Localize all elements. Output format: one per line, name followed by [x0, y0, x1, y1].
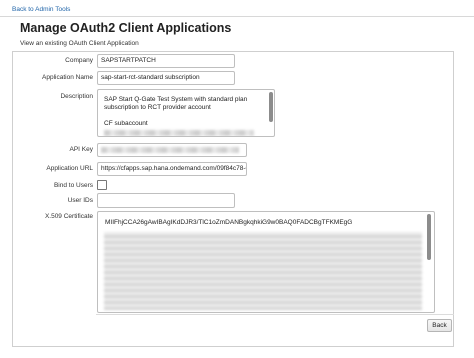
- top-bar: Back to Admin Tools: [0, 0, 474, 17]
- user-ids-field[interactable]: [97, 193, 235, 208]
- company-label: Company: [65, 57, 93, 64]
- description-label: Description: [60, 93, 93, 100]
- back-button[interactable]: Back: [427, 319, 452, 332]
- certificate-scrollbar[interactable]: [427, 214, 431, 260]
- application-url-field[interactable]: https://cfapps.sap.hana.ondemand.com/09f…: [97, 162, 247, 176]
- description-redacted-text: [104, 130, 254, 136]
- back-to-admin-tools-link[interactable]: Back to Admin Tools: [12, 6, 70, 13]
- company-field[interactable]: SAPSTARTPATCH: [97, 54, 235, 68]
- bind-to-users-label: Bind to Users: [53, 182, 93, 189]
- description-line-2: subscription to RCT provider account: [104, 104, 211, 111]
- page-title: Manage OAuth2 Client Applications: [20, 21, 232, 35]
- certificate-first-line: MIIFhjCCA26gAwIBAgIKdDJR3/TlC1oZmDANBgkq…: [105, 219, 353, 226]
- api-key-label: API Key: [69, 146, 93, 153]
- certificate-redacted-body: [104, 232, 422, 310]
- api-key-redacted-value: [101, 147, 239, 153]
- application-url-label: Application URL: [46, 165, 93, 172]
- certificate-textarea[interactable]: MIIFhjCCA26gAwIBAgIKdDJR3/TlC1oZmDANBgkq…: [97, 211, 435, 313]
- api-key-field[interactable]: [97, 143, 247, 157]
- bind-to-users-checkbox[interactable]: [97, 180, 107, 190]
- description-line-1: SAP Start Q-Gate Test System with standa…: [104, 96, 248, 103]
- description-scrollbar[interactable]: [269, 92, 273, 122]
- application-name-field[interactable]: sap-start-rct-standard subscription: [97, 71, 235, 85]
- description-textarea[interactable]: SAP Start Q-Gate Test System with standa…: [97, 89, 275, 137]
- page-subtitle: View an existing OAuth Client Applicatio…: [20, 40, 139, 47]
- certificate-label: X.509 Certificate: [44, 213, 93, 220]
- footer-divider: [96, 314, 454, 315]
- application-name-label: Application Name: [42, 74, 93, 81]
- description-line-3: [104, 112, 266, 120]
- user-ids-label: User IDs: [67, 197, 93, 204]
- description-line-4: CF subaccount: [104, 120, 148, 127]
